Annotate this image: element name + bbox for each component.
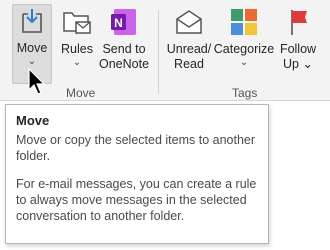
onenote-label-line2: OneNote <box>98 57 150 71</box>
group-separator <box>158 10 159 94</box>
unread-label-line2: Read <box>174 57 204 71</box>
onenote-label-line1: Send to <box>102 42 146 56</box>
follow-up-label-line1: Follow <box>279 42 317 56</box>
categorize-icon <box>227 6 261 38</box>
svg-text:N: N <box>114 16 123 30</box>
onenote-icon: N <box>107 6 141 38</box>
chevron-down-icon: ⌄ <box>72 57 82 68</box>
move-group-label: Move <box>66 86 96 100</box>
chevron-down-icon: ⌄ <box>302 57 313 71</box>
chevron-down-icon: ⌄ <box>27 56 37 67</box>
tooltip-title: Move <box>16 113 50 128</box>
ribbon: Move ⌄ Rules ⌄ N Send to OneNote Move Un… <box>0 0 330 101</box>
categorize-button-label: Categorize <box>213 42 275 56</box>
follow-up-button[interactable]: Follow Up ⌄ <box>278 6 318 82</box>
follow-up-label-line2-text: Up <box>283 57 299 71</box>
move-button-label: Move <box>16 41 48 55</box>
send-to-onenote-button[interactable]: N Send to OneNote <box>98 6 150 82</box>
envelope-icon <box>172 6 206 38</box>
rules-button[interactable]: Rules ⌄ <box>58 6 96 82</box>
move-to-folder-icon <box>15 5 49 37</box>
follow-up-label-line2: Up ⌄ <box>283 57 313 72</box>
tooltip-detail: For e-mail messages, you can create a ru… <box>16 177 257 223</box>
move-tooltip: Move Move or copy the selected items to … <box>5 104 269 244</box>
unread-read-button[interactable]: Unread/ Read <box>166 6 212 82</box>
mouse-pointer-icon <box>28 67 46 101</box>
unread-label-line1: Unread/ <box>166 42 212 56</box>
rules-button-label: Rules <box>61 42 93 56</box>
categorize-button[interactable]: Categorize ⌄ <box>214 6 274 82</box>
rules-icon <box>60 6 94 38</box>
tags-group-label: Tags <box>232 86 258 100</box>
flag-icon <box>281 6 315 38</box>
chevron-down-icon: ⌄ <box>239 57 249 68</box>
tooltip-description: Move or copy the selected items to anoth… <box>16 133 256 163</box>
